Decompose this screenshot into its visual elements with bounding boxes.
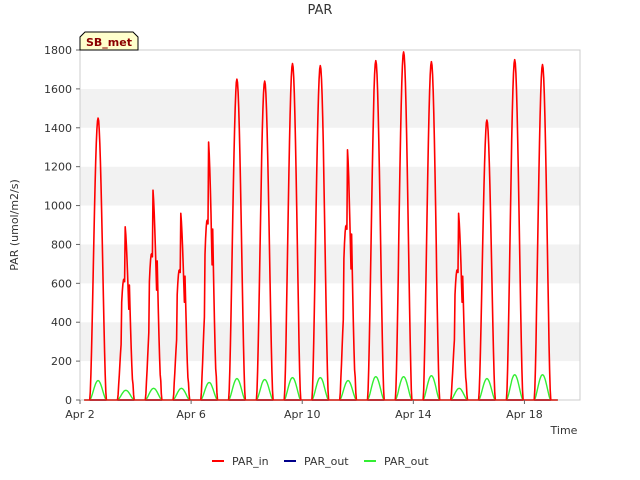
grid-band (80, 322, 580, 362)
grid-band (80, 127, 580, 167)
y-tick-label: 1000 (44, 200, 72, 213)
x-axis-label: Time (550, 424, 578, 437)
y-tick-label: 1800 (44, 44, 72, 57)
legend-label: PAR_in (232, 455, 269, 468)
x-tick-label: Apr 10 (284, 408, 321, 421)
x-tick-label: Apr 14 (395, 408, 432, 421)
y-tick-label: 200 (51, 355, 72, 368)
y-axis-label: PAR (umol/m2/s) (8, 179, 21, 271)
grid-band (80, 166, 580, 206)
y-tick-label: 800 (51, 238, 72, 251)
legend-label: PAR_out (384, 455, 429, 468)
par-chart: 0 200 400 600 800 1000 1200 1400 1600 1800 Apr 2 A… (0, 0, 640, 480)
legend-label: PAR_out (304, 455, 349, 468)
x-tick-label: Apr 2 (65, 408, 95, 421)
grid-band (80, 283, 580, 323)
y-tick-label: 1600 (44, 83, 72, 96)
grid-band (80, 88, 580, 128)
site-badge-label: SB_met (86, 36, 132, 49)
legend: PAR_in PAR_out PAR_out (212, 455, 429, 468)
x-tick-label: Apr 6 (176, 408, 206, 421)
y-tick-label: 0 (65, 394, 72, 407)
chart-title: PAR (308, 3, 333, 18)
y-tick-label: 1400 (44, 122, 72, 135)
grid-band (80, 50, 580, 89)
grid-band (80, 361, 580, 400)
y-tick-label: 600 (51, 277, 72, 290)
x-tick-label: Apr 18 (506, 408, 543, 421)
y-tick-label: 400 (51, 316, 72, 329)
site-badge: SB_met (79, 31, 139, 51)
y-tick-label: 1200 (44, 161, 72, 174)
